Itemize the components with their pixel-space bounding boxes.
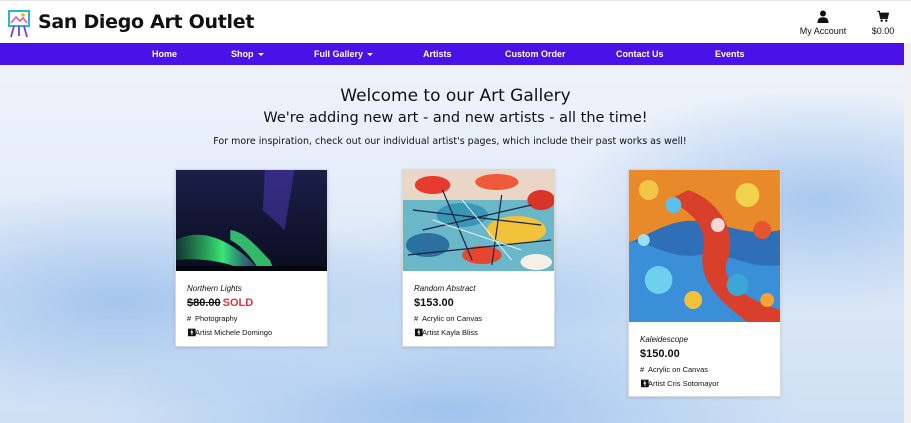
page-intro-text: For more inspiration, check out our indi… bbox=[213, 136, 687, 147]
hashtag-icon: # bbox=[414, 314, 419, 323]
nav-home[interactable]: Home bbox=[152, 43, 177, 65]
cart-total: $0.00 bbox=[871, 26, 895, 36]
category-label[interactable]: Acrylic on Canvas bbox=[422, 314, 482, 323]
my-account-link[interactable]: My Account bbox=[796, 10, 850, 36]
nav-events-label: Events bbox=[715, 49, 745, 59]
nav-full-gallery-label: Full Gallery bbox=[314, 49, 364, 59]
easel-icon[interactable] bbox=[8, 10, 30, 38]
nav-home-label: Home bbox=[152, 49, 178, 59]
account-label: My Account bbox=[799, 26, 847, 36]
top-header: San Diego Art Outlet My Account $0.00 bbox=[0, 0, 911, 43]
product-image-random-abstract[interactable] bbox=[403, 170, 554, 271]
user-icon bbox=[817, 10, 829, 23]
nav-events[interactable]: Events bbox=[715, 43, 745, 65]
cart-link[interactable]: $0.00 bbox=[866, 10, 900, 36]
product-title[interactable]: Northern Lights bbox=[187, 284, 319, 293]
product-price-row: $150.00 bbox=[640, 348, 772, 360]
main-nav: Home Shop Full Gallery Artists Custom Or… bbox=[0, 43, 904, 65]
product-image-northern-lights[interactable] bbox=[176, 170, 327, 271]
nav-shop[interactable]: Shop bbox=[231, 43, 264, 65]
chevron-down-icon bbox=[257, 53, 264, 57]
category-label[interactable]: Acrylic on Canvas bbox=[648, 365, 708, 374]
person-icon: 🚹︎ bbox=[414, 328, 424, 337]
product-artist: 🚹︎ Artist Kayla Bliss bbox=[414, 328, 546, 337]
product-artist: 🚹︎ Artist Cris Sotomayor bbox=[640, 379, 772, 388]
product-price: $153.00 bbox=[414, 297, 454, 309]
person-icon: 🚹︎ bbox=[640, 379, 650, 388]
site-brand[interactable]: San Diego Art Outlet bbox=[38, 11, 254, 33]
product-card[interactable]: Kaleidescope $150.00 # Acrylic on Canvas … bbox=[628, 169, 781, 397]
product-price: $80.00 bbox=[187, 297, 221, 309]
person-icon: 🚹︎ bbox=[187, 328, 197, 337]
product-price-row: $153.00 bbox=[414, 297, 546, 309]
nav-custom-order[interactable]: Custom Order bbox=[505, 43, 566, 65]
artist-label[interactable]: Artist Kayla Bliss bbox=[422, 328, 478, 337]
nav-shop-label: Shop bbox=[231, 49, 254, 59]
nav-full-gallery[interactable]: Full Gallery bbox=[314, 43, 374, 65]
product-card[interactable]: Northern Lights $80.00 SOLD # Photography … bbox=[175, 169, 328, 347]
page-title: Welcome to our Art Gallery bbox=[340, 86, 571, 106]
nav-custom-order-label: Custom Order bbox=[505, 49, 566, 59]
nav-artists[interactable]: Artists bbox=[423, 43, 452, 65]
artist-label[interactable]: Artist Cris Sotomayor bbox=[648, 379, 719, 388]
hashtag-icon: # bbox=[187, 314, 192, 323]
product-category: # Acrylic on Canvas bbox=[414, 314, 546, 323]
nav-contact-us-label: Contact Us bbox=[616, 49, 664, 59]
hashtag-icon: # bbox=[640, 365, 645, 374]
product-card[interactable]: Random Abstract $153.00 # Acrylic on Canv… bbox=[402, 169, 555, 347]
product-title[interactable]: Kaleidescope bbox=[640, 335, 772, 344]
product-category: # Acrylic on Canvas bbox=[640, 365, 772, 374]
chevron-down-icon bbox=[367, 53, 374, 57]
cart-icon bbox=[877, 10, 889, 22]
sold-badge: SOLD bbox=[222, 297, 254, 309]
nav-artists-label: Artists bbox=[423, 49, 452, 59]
product-price: $150.00 bbox=[640, 348, 680, 360]
category-label[interactable]: Photography bbox=[195, 314, 238, 323]
product-price-row: $80.00 SOLD bbox=[187, 297, 319, 309]
product-title[interactable]: Random Abstract bbox=[414, 284, 546, 293]
page-subtitle: We're adding new art - and new artists -… bbox=[263, 110, 648, 126]
product-image-kaleidescope[interactable] bbox=[629, 170, 780, 322]
product-category: # Photography bbox=[187, 314, 319, 323]
product-artist: 🚹︎ Artist Michele Domingo bbox=[187, 328, 319, 337]
artist-label[interactable]: Artist Michele Domingo bbox=[195, 328, 272, 337]
nav-contact-us[interactable]: Contact Us bbox=[616, 43, 664, 65]
